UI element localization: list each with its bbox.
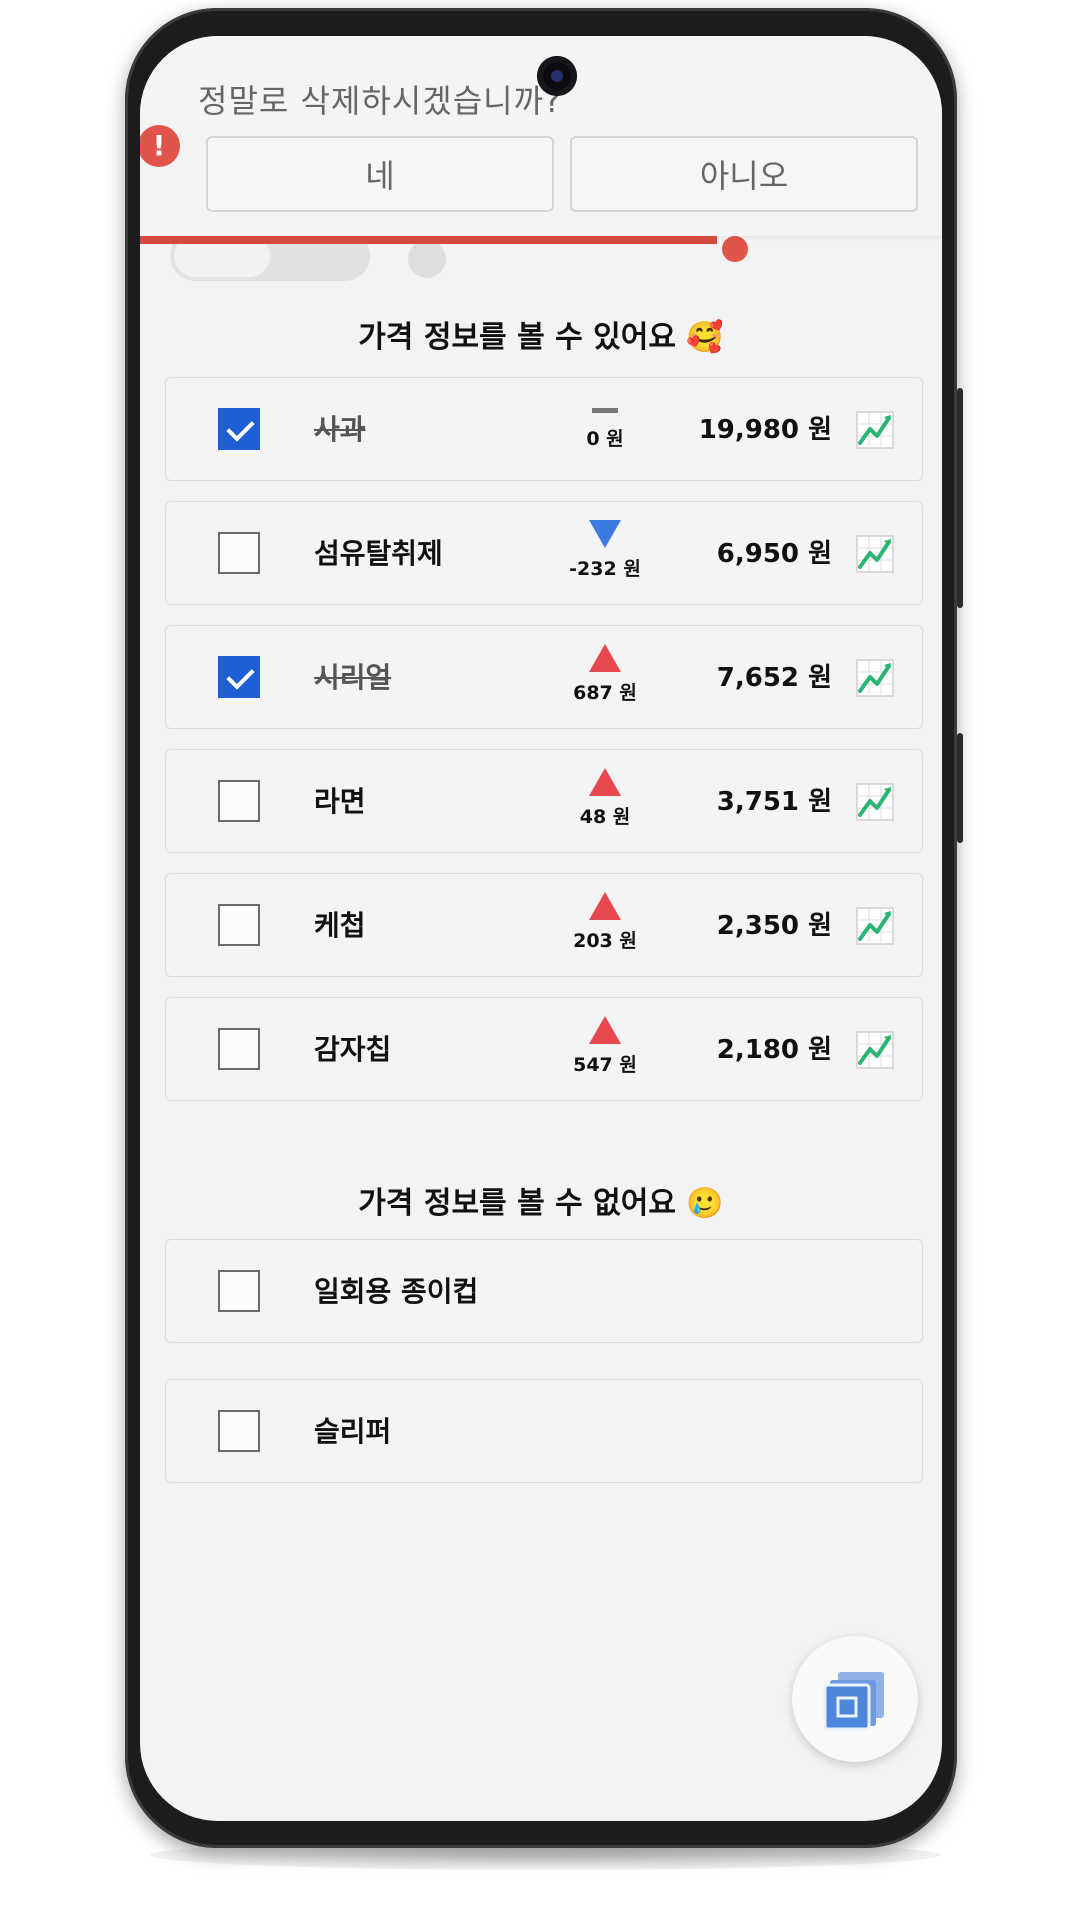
item-checkbox[interactable] [218, 780, 260, 822]
confirm-question: 정말로 삭제하시겠습니까? [198, 82, 562, 120]
item-name: 슬리퍼 [314, 1415, 392, 1448]
list-item[interactable]: 케첩 203 원 2,350 원 [165, 873, 923, 977]
list-item[interactable]: 일회용 종이컵 [165, 1239, 923, 1343]
price-change-value: 203 원 [573, 930, 637, 952]
item-name: 사과 [314, 413, 366, 446]
price-change: 687 원 [550, 644, 660, 714]
triangle-down-icon [589, 520, 621, 548]
list-item[interactable]: 섬유탈취제 -232 원 6,950 원 [165, 501, 923, 605]
confirm-yes-button[interactable]: 네 [206, 136, 554, 212]
item-name: 일회용 종이컵 [314, 1275, 479, 1308]
chart-increasing-icon[interactable] [856, 411, 894, 449]
price-change-value: 48 원 [579, 806, 631, 828]
list-item[interactable]: 감자칩 547 원 2,180 원 [165, 997, 923, 1101]
triangle-up-icon [589, 1016, 621, 1044]
chart-increasing-icon[interactable] [856, 907, 894, 945]
phone-frame: 정말로 삭제하시겠습니까? ! 네 아니오 가격 정보를 볼 수 있어요 🥰 사… [125, 8, 963, 1848]
screen: 정말로 삭제하시겠습니까? ! 네 아니오 가격 정보를 볼 수 있어요 🥰 사… [140, 36, 942, 1821]
item-checkbox[interactable] [218, 1028, 260, 1070]
item-price: 3,751 원 [716, 787, 832, 817]
item-name: 라면 [314, 785, 366, 818]
section-title-with-price: 가격 정보를 볼 수 있어요 🥰 [358, 320, 724, 355]
price-change: 547 원 [550, 1016, 660, 1086]
layers-icon [823, 1672, 884, 1731]
dash-icon [592, 408, 618, 413]
item-checkbox[interactable] [218, 408, 260, 450]
volume-button [957, 388, 963, 608]
item-name: 섬유탈취제 [314, 537, 443, 570]
item-checkbox[interactable] [218, 1410, 260, 1452]
camera-cutout [537, 56, 577, 96]
chart-increasing-icon[interactable] [856, 659, 894, 697]
price-change-value: 687 원 [573, 682, 637, 704]
item-price: 2,350 원 [716, 911, 832, 941]
power-button [957, 733, 963, 843]
exclamation-icon: ! [140, 125, 180, 167]
list-item[interactable]: 시리얼 687 원 7,652 원 [165, 625, 923, 729]
item-price: 7,652 원 [716, 663, 832, 693]
help-icon[interactable] [408, 240, 446, 278]
confirm-no-button[interactable]: 아니오 [570, 136, 918, 212]
section-title-without-price: 가격 정보를 볼 수 없어요 🥲 [358, 1186, 724, 1221]
triangle-up-icon [589, 768, 621, 796]
item-price: 6,950 원 [716, 539, 832, 569]
item-checkbox[interactable] [218, 656, 260, 698]
price-change: 0 원 [550, 396, 660, 466]
fab-button[interactable] [792, 1636, 918, 1762]
price-change-value: -232 원 [569, 558, 641, 580]
price-change: -232 원 [550, 520, 660, 590]
dismiss-timer-fill [140, 236, 718, 244]
item-name: 감자칩 [314, 1033, 392, 1066]
chart-increasing-icon[interactable] [856, 535, 894, 573]
chart-increasing-icon[interactable] [856, 783, 894, 821]
dismiss-timer-bar [140, 236, 942, 244]
item-price: 2,180 원 [716, 1035, 832, 1065]
chart-increasing-icon[interactable] [856, 1031, 894, 1069]
list-item[interactable]: 사과 0 원 19,980 원 [165, 377, 923, 481]
price-change: 48 원 [550, 768, 660, 838]
item-checkbox[interactable] [218, 1270, 260, 1312]
item-name: 케첩 [314, 909, 366, 942]
item-name: 시리얼 [314, 661, 392, 694]
triangle-up-icon [589, 644, 621, 672]
list-item[interactable]: 슬리퍼 [165, 1379, 923, 1483]
triangle-up-icon [589, 892, 621, 920]
item-checkbox[interactable] [218, 904, 260, 946]
item-price: 19,980 원 [698, 415, 832, 445]
price-change: 203 원 [550, 892, 660, 962]
item-checkbox[interactable] [218, 532, 260, 574]
price-change-value: 547 원 [573, 1054, 637, 1076]
list-item[interactable]: 라면 48 원 3,751 원 [165, 749, 923, 853]
price-change-value: 0 원 [586, 428, 624, 450]
